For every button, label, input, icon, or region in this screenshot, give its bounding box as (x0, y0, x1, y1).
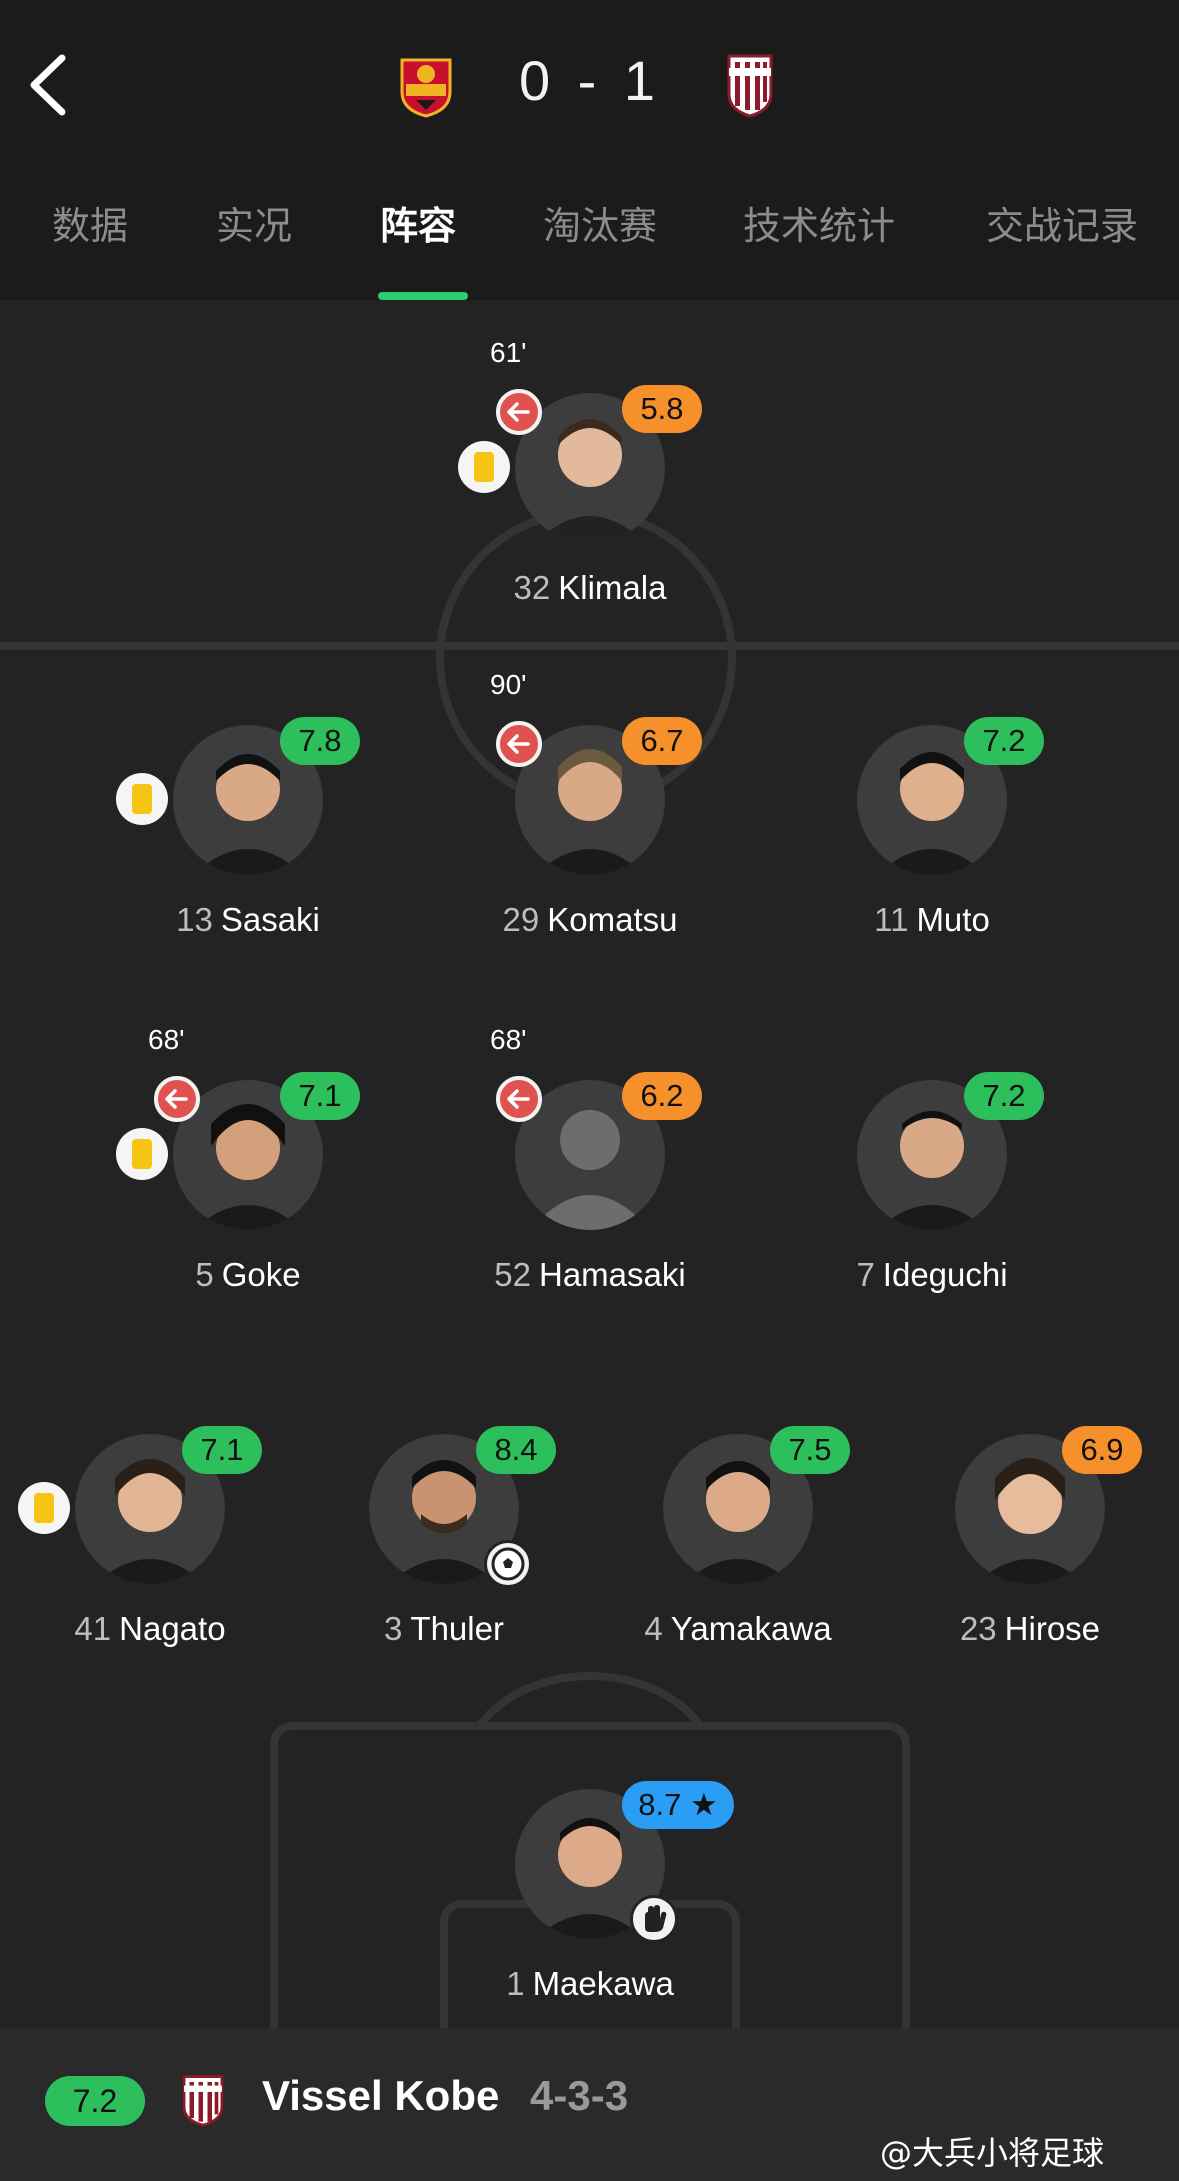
player-name: 13 Sasaki (176, 901, 320, 938)
player-rating: 6.7 (622, 717, 702, 765)
player-name: 32 Klimala (513, 569, 667, 606)
back-button[interactable] (20, 50, 90, 120)
player-name: 7 Ideguchi (856, 1256, 1008, 1293)
player-rating: 6.2 (622, 1072, 702, 1120)
player-card-goke[interactable]: 68' 7.1 5 Goke (98, 1024, 398, 1320)
fc-seoul-crest-icon[interactable] (396, 52, 456, 118)
tab-lineup[interactable]: 阵容 (380, 195, 456, 250)
yellow-card-icon (116, 1128, 168, 1180)
team-formation: 4-3-3 (530, 2072, 629, 2119)
player-rating: 5.8 (622, 385, 702, 433)
player-name: 41 Nagato (74, 1610, 226, 1647)
player-rating: 7.2 (964, 1072, 1044, 1120)
player-card-yamakawa[interactable]: 7.5 4 Yamakawa (588, 1426, 888, 1674)
player-card-thuler[interactable]: 8.4 3 Thuler (294, 1426, 594, 1674)
player-rating: 6.9 (1062, 1426, 1142, 1474)
match-score: 0 - 1 (518, 49, 662, 112)
tab-bar: 数据 实况 阵容 淘汰赛 技术统计 交战记录 (0, 195, 1179, 265)
player-name: 52 Hamasaki (494, 1256, 686, 1293)
player-card-hamasaki[interactable]: 68' 6.2 52 Hamasaki (440, 1024, 740, 1320)
substitution-time: 90' (490, 669, 527, 700)
tab-technical-stats[interactable]: 技术统计 (743, 195, 895, 250)
yellow-card-icon (116, 773, 168, 825)
watermark: @大兵小将足球 (880, 2134, 1105, 2172)
player-card-sasaki[interactable]: 7.8 13 Sasaki (98, 717, 398, 965)
tab-head-to-head[interactable]: 交战记录 (986, 195, 1138, 250)
tab-knockout[interactable]: 淘汰赛 (543, 195, 657, 250)
player-rating: 7.1 (280, 1072, 360, 1120)
player-rating: 8.4 (476, 1426, 556, 1474)
yellow-card-icon (458, 441, 510, 493)
substitution-out-icon (496, 721, 542, 767)
vissel-kobe-crest-icon[interactable] (725, 52, 785, 118)
player-name: 11 Muto (874, 901, 990, 938)
tab-live[interactable]: 实况 (216, 195, 292, 250)
tab-data[interactable]: 数据 (52, 195, 128, 250)
player-rating: 7.2 (964, 717, 1044, 765)
player-card-ideguchi[interactable]: 7.2 7 Ideguchi (782, 1072, 1082, 1320)
vissel-kobe-crest-icon (180, 2073, 226, 2127)
substitution-out-icon (496, 1076, 542, 1122)
player-name: 1 Maekawa (506, 1965, 674, 2002)
lineup-pitch: 61' 5.8 32 Klimala 7.8 13 Sasaki 90' 6.7 2… (0, 300, 1179, 2028)
player-card-nagato[interactable]: 7.1 41 Nagato (0, 1426, 300, 1674)
player-name: 5 Goke (195, 1256, 301, 1293)
player-name: 23 Hirose (959, 1610, 1101, 1647)
player-rating: 7.8 (280, 717, 360, 765)
team-rating: 7.2 (45, 2076, 145, 2126)
player-name: 3 Thuler (384, 1610, 504, 1647)
player-rating: 8.7 ★ (622, 1781, 734, 1829)
substitution-time: 68' (490, 1024, 527, 1055)
goalkeeper-glove-icon (630, 1895, 678, 1943)
player-name: 4 Yamakawa (644, 1610, 832, 1647)
goal-ball-icon (484, 1540, 532, 1588)
player-rating: 7.1 (182, 1426, 262, 1474)
player-rating: 7.5 (770, 1426, 850, 1474)
player-card-hirose[interactable]: 6.9 23 Hirose (880, 1426, 1179, 1674)
yellow-card-icon (18, 1482, 70, 1534)
team-name: Vissel Kobe (262, 2072, 500, 2119)
player-name: 29 Komatsu (502, 901, 678, 938)
substitution-out-icon (154, 1076, 200, 1122)
player-card-klimala[interactable]: 61' 5.8 32 Klimala (440, 337, 740, 633)
player-card-maekawa[interactable]: 8.7 ★ 1 Maekawa (440, 1781, 740, 2028)
match-header: 0 - 1 数据 实况 阵容 淘汰赛 技术统计 交战记录 (0, 0, 1179, 300)
substitution-out-icon (496, 389, 542, 435)
player-card-muto[interactable]: 7.2 11 Muto (782, 717, 1082, 965)
player-card-komatsu[interactable]: 90' 6.7 29 Komatsu (440, 669, 740, 965)
active-tab-indicator (378, 292, 468, 300)
substitution-time: 61' (490, 337, 527, 368)
substitution-time: 68' (148, 1024, 185, 1055)
chevron-left-icon (30, 54, 66, 116)
